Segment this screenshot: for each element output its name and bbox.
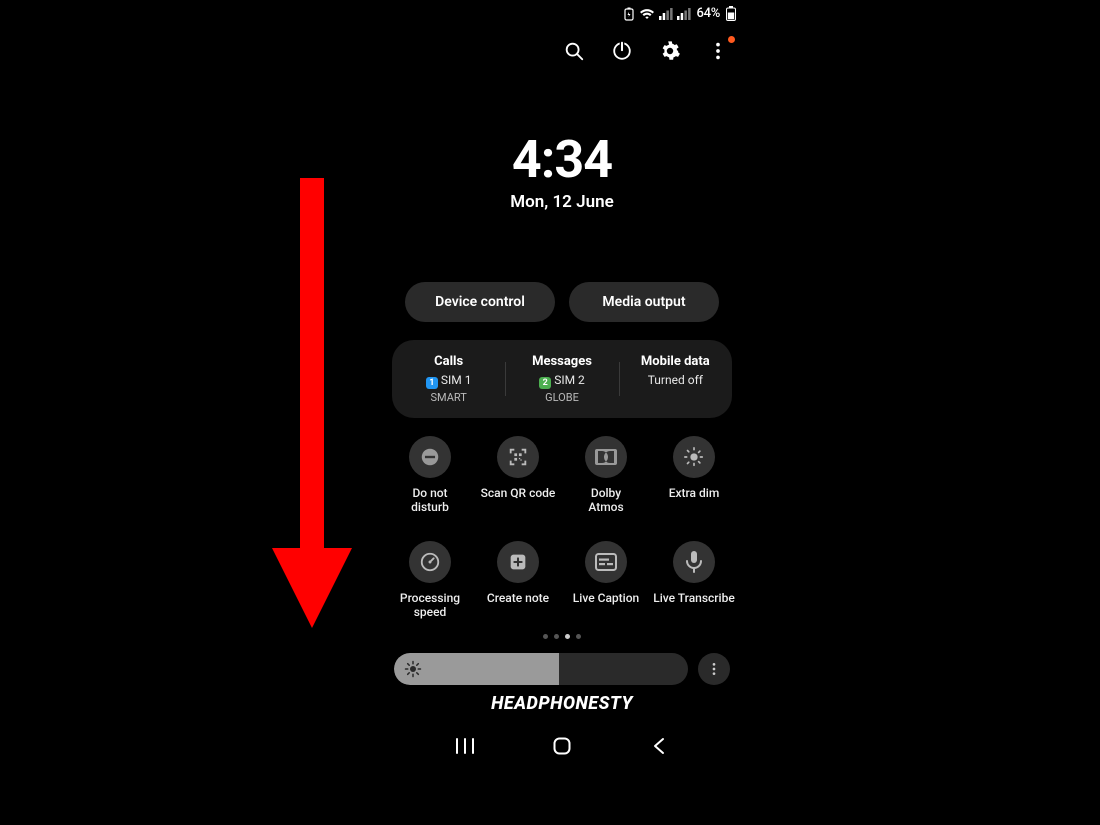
qr-icon [507,446,529,468]
gear-icon [659,40,681,62]
tile-label: Live Caption [562,591,650,605]
wifi-icon [639,8,655,20]
mic-icon [684,550,704,574]
recents-icon [454,737,476,755]
battery-percent: 64% [697,6,720,21]
tile-do-not-disturb[interactable]: Do not disturb [386,436,474,515]
nav-back-button[interactable] [645,732,673,760]
clock-section: 4:34 Mon, 12 June [376,129,748,212]
sim1-chip-icon: 1 [426,377,438,389]
dnd-icon [419,446,441,468]
settings-button[interactable] [658,39,682,63]
caption-icon [594,552,618,572]
gauge-icon [419,551,441,573]
dolby-icon [594,448,618,466]
tile-live-transcribe[interactable]: Live Transcribe [650,541,738,620]
more-button[interactable] [706,39,730,63]
sim-data-title: Mobile data [619,354,732,369]
tile-label: Create note [474,591,562,605]
brightness-slider[interactable] [394,653,688,685]
more-vert-icon [706,661,722,677]
watermark-text: HEADPHONESTY [376,693,748,714]
sim-status-card[interactable]: Calls 1SIM 1 SMART Messages 2SIM 2 GLOBE… [392,340,732,418]
sim-data-state: Turned off [619,373,732,387]
back-icon [651,736,667,756]
panel-toolbar [376,21,748,63]
nav-recents-button[interactable] [451,732,479,760]
signal-icon-2 [677,8,691,20]
more-vert-icon [707,40,729,62]
note-plus-icon [507,551,529,573]
sim-calls-column[interactable]: Calls 1SIM 1 SMART [392,354,505,404]
signal-icon-1 [659,8,673,20]
sim2-chip-icon: 2 [539,377,551,389]
tile-label: Processing speed [386,591,474,620]
brightness-more-button[interactable] [698,653,730,685]
page-indicator [376,634,748,639]
tile-label: Live Transcribe [650,591,738,605]
clock-time: 4:34 [376,129,748,190]
navigation-bar [376,724,748,772]
tile-processing-speed[interactable]: Processing speed [386,541,474,620]
battery-icon [726,6,736,21]
tile-scan-qr[interactable]: Scan QR code [474,436,562,515]
search-icon [563,40,585,62]
tile-dolby-atmos[interactable]: Dolby Atmos [562,436,650,515]
tile-extra-dim[interactable]: Extra dim [650,436,738,515]
tile-label: Extra dim [650,486,738,500]
power-icon [611,40,633,62]
search-button[interactable] [562,39,586,63]
extra-dim-icon [683,446,705,468]
clock-date: Mon, 12 June [376,192,748,212]
home-icon [552,736,572,756]
tile-label: Scan QR code [474,486,562,500]
tile-label: Dolby Atmos [562,486,650,515]
quick-tiles-grid: Do not disturb Scan QR code Dolby Atmos … [376,436,748,620]
notification-dot [728,36,735,43]
sim-messages-column[interactable]: Messages 2SIM 2 GLOBE [505,354,618,404]
power-button[interactable] [610,39,634,63]
sim-messages-carrier: GLOBE [505,391,618,404]
sim-calls-simlabel: SIM 1 [441,373,472,387]
tile-create-note[interactable]: Create note [474,541,562,620]
tile-live-caption[interactable]: Live Caption [562,541,650,620]
sim-calls-title: Calls [392,354,505,369]
status-bar: 64% [376,0,748,21]
swipe-down-arrow-annotation [272,178,352,628]
sim-messages-simlabel: SIM 2 [554,373,585,387]
tile-label: Do not disturb [386,486,474,515]
device-control-button[interactable]: Device control [405,282,555,322]
sim-messages-title: Messages [505,354,618,369]
media-output-button[interactable]: Media output [569,282,719,322]
phone-screen: 64% 4:34 Mon, 12 June Device control Med… [376,0,748,825]
sim-calls-carrier: SMART [392,391,505,404]
brightness-icon [404,660,422,678]
sim-data-column[interactable]: Mobile data Turned off [619,354,732,404]
nav-home-button[interactable] [548,732,576,760]
battery-saver-icon [623,7,635,21]
